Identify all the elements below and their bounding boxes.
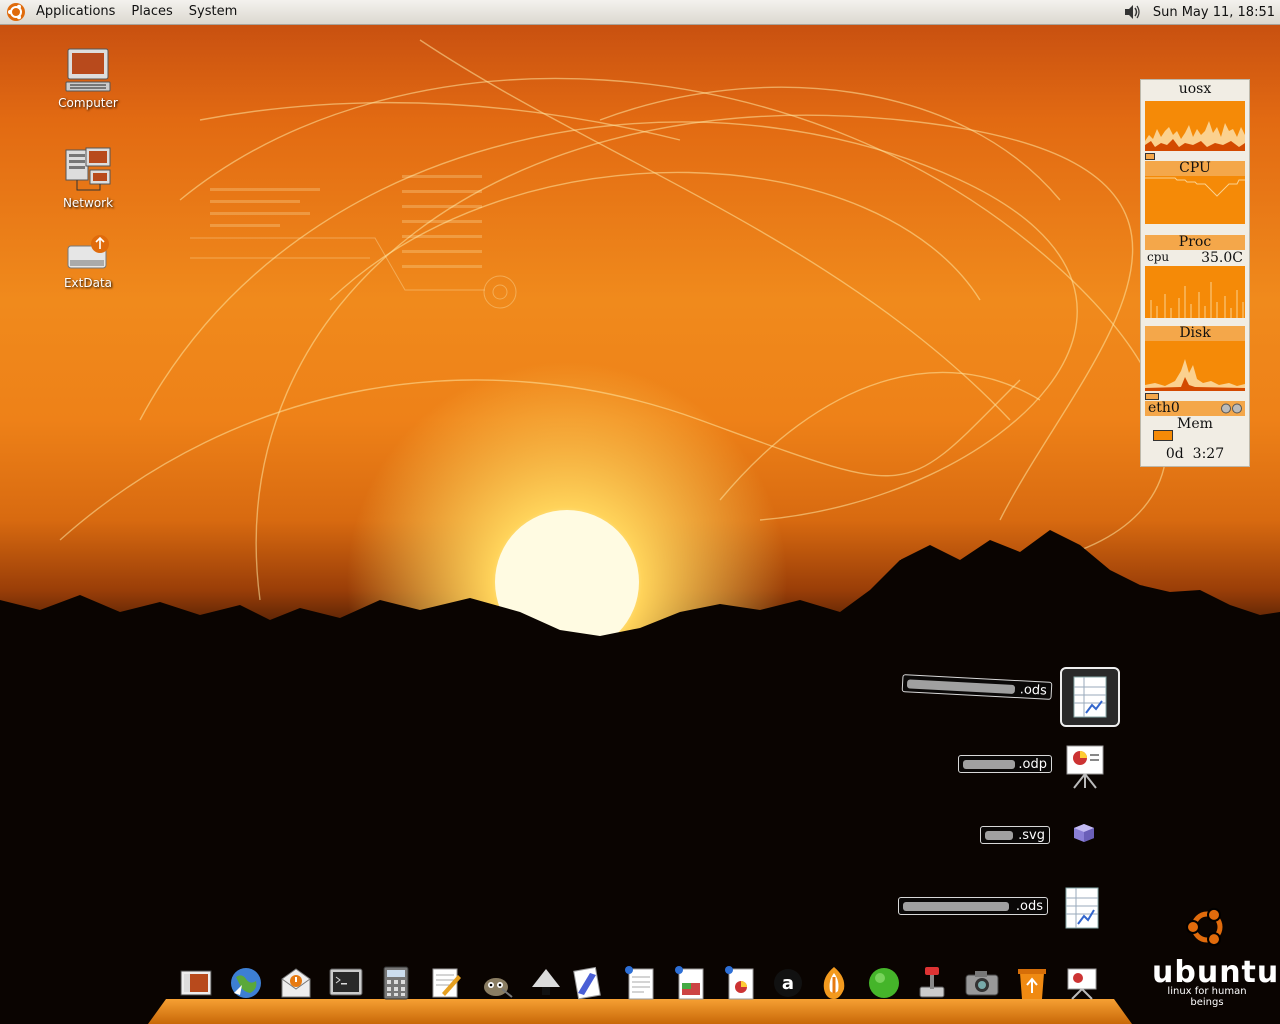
- monitor-host: uosx: [1178, 81, 1212, 97]
- presentation-icon[interactable]: [722, 965, 758, 1001]
- vlc-icon[interactable]: [816, 965, 852, 1001]
- file-extension: .odp: [1018, 757, 1047, 772]
- menu-places[interactable]: Places: [123, 0, 180, 24]
- desktop-icon[interactable]: [178, 965, 214, 1001]
- text-editor-icon[interactable]: [428, 965, 464, 1001]
- disk-graph: [1145, 341, 1245, 391]
- browser-icon[interactable]: [228, 965, 264, 1001]
- disk-indicator: [1145, 393, 1159, 400]
- cpu-small-label: cpu: [1147, 250, 1170, 264]
- mem-bar: [1153, 430, 1173, 441]
- desktop-wallpaper: [0, 0, 1280, 1024]
- desktop-icon-extdata[interactable]: ExtData: [43, 234, 133, 290]
- trash-icon[interactable]: [1014, 965, 1050, 1001]
- presentation-icon[interactable]: [1064, 744, 1106, 790]
- spreadsheet-icon: [1073, 676, 1107, 718]
- blurred-filename: [985, 831, 1013, 840]
- desktop-icon-label: Network: [62, 196, 114, 210]
- projector-icon[interactable]: [1064, 965, 1100, 1001]
- panel-tray: Sun May 11, 18:51: [1123, 4, 1280, 20]
- drive-icon: [67, 235, 109, 269]
- gimp-icon[interactable]: [478, 965, 514, 1001]
- file-extension: .svg: [1018, 828, 1045, 843]
- terminal-icon[interactable]: [328, 965, 364, 1001]
- ubuntu-menu-icon[interactable]: [6, 2, 26, 22]
- recent-file-1[interactable]: [1060, 667, 1120, 727]
- desktop-icon-computer[interactable]: Computer: [43, 46, 133, 110]
- proc-graph: [1145, 266, 1245, 318]
- recent-file-label[interactable]: .svg: [980, 826, 1050, 844]
- camera-icon[interactable]: [964, 965, 1000, 1001]
- brand-tagline: linux for human beings: [1167, 986, 1247, 1008]
- cpu-temperature: 35.0C: [1201, 250, 1243, 266]
- mail-icon[interactable]: [278, 965, 314, 1001]
- host-load-graph: [1145, 101, 1245, 151]
- blurred-filename: [963, 760, 1015, 769]
- top-panel: Applications Places System Sun May 11, 1…: [0, 0, 1280, 25]
- disk-label: Disk: [1145, 326, 1245, 341]
- desktop-icon-label: Computer: [58, 96, 118, 110]
- proc-label: Proc: [1145, 235, 1245, 250]
- speaker-icon[interactable]: [1123, 4, 1141, 20]
- wallpaper-art: [0, 39, 1280, 1024]
- blurred-filename: [906, 679, 1016, 694]
- file-extension: .ods: [1015, 899, 1043, 914]
- cpu-label: CPU: [1145, 161, 1245, 176]
- desktop-icon-label: ExtData: [63, 276, 113, 290]
- ubuntu-branding: ubuntu linux for human beings: [1152, 905, 1280, 1008]
- calculator-icon[interactable]: [378, 965, 414, 1001]
- file-extension: .ods: [1019, 682, 1048, 699]
- cpu-graph: [1145, 176, 1245, 224]
- ubuntu-logo-icon: [1186, 907, 1223, 947]
- inkscape-icon[interactable]: [528, 965, 564, 1001]
- brand-name: ubuntu: [1152, 955, 1280, 990]
- net-activity-icon: [1221, 403, 1242, 414]
- svg-text:a: a: [782, 973, 794, 994]
- menu-system[interactable]: System: [181, 0, 245, 24]
- drawing-icon[interactable]: [1070, 818, 1098, 846]
- recent-file-label[interactable]: .ods: [898, 897, 1048, 915]
- blurred-filename: [903, 902, 1009, 911]
- clock[interactable]: Sun May 11, 18:51: [1141, 5, 1280, 20]
- green-status-icon[interactable]: [866, 965, 902, 1001]
- system-monitor-widget[interactable]: uosx CPU Proc cpu 35.0C Disk eth0 Mem 0d…: [1140, 79, 1250, 467]
- computer-icon: [65, 48, 111, 92]
- network-icon: [65, 147, 111, 191]
- joystick-icon[interactable]: [914, 965, 950, 1001]
- amarok-icon[interactable]: a: [770, 965, 806, 1001]
- draw-icon[interactable]: [570, 965, 606, 1001]
- spreadsheet-icon[interactable]: [1062, 886, 1102, 930]
- writer-icon[interactable]: [622, 965, 658, 1001]
- mem-label: Mem: [1177, 416, 1213, 432]
- desktop-icon-network[interactable]: Network: [43, 146, 133, 210]
- impress-icon[interactable]: [672, 965, 708, 1001]
- dock: a: [176, 965, 1116, 1005]
- uptime: 0d 3:27: [1165, 446, 1225, 462]
- recent-file-label[interactable]: .odp: [958, 755, 1052, 773]
- menu-applications[interactable]: Applications: [28, 0, 123, 24]
- host-indicator: [1145, 153, 1155, 160]
